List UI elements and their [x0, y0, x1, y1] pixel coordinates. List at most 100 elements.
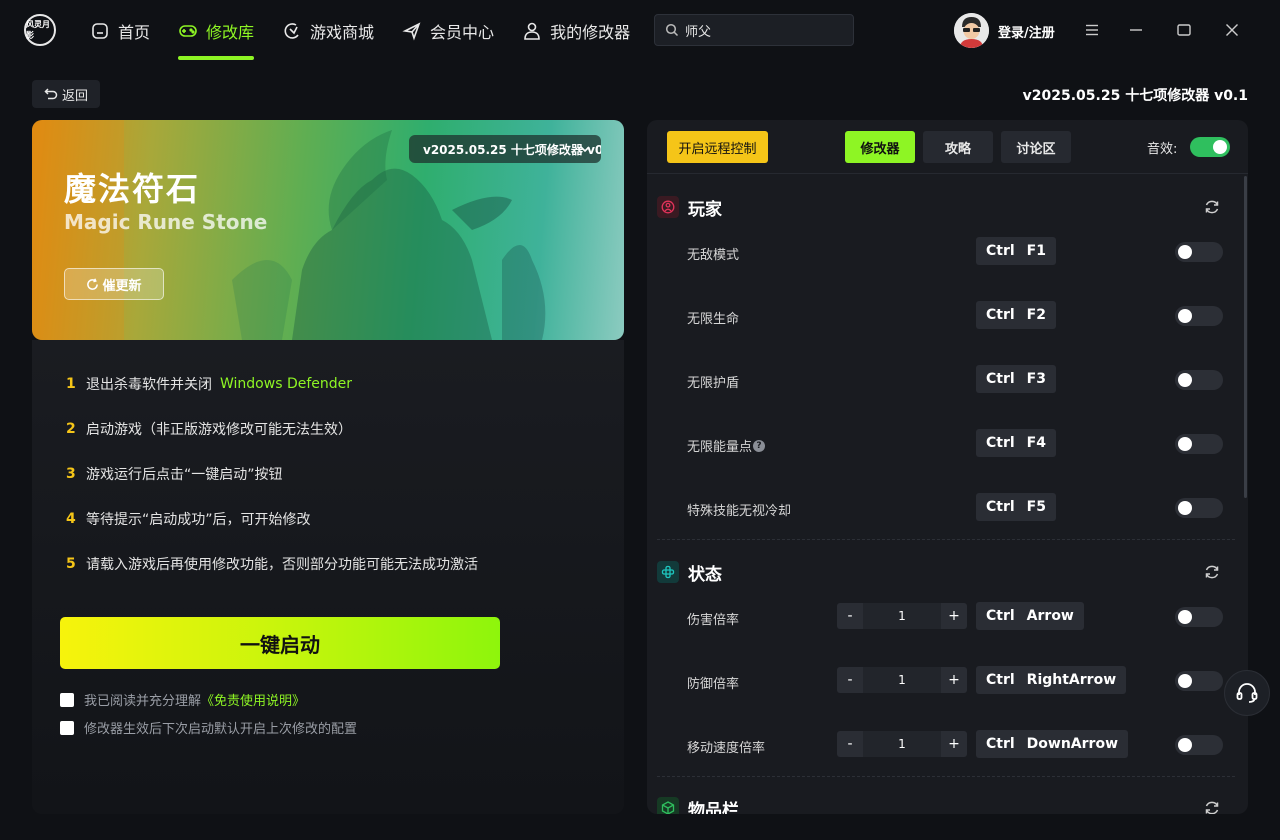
- option-toggle[interactable]: [1175, 735, 1223, 755]
- increment-button[interactable]: +: [941, 667, 967, 693]
- stepper-value[interactable]: 1: [863, 731, 941, 757]
- home-icon: [92, 23, 108, 39]
- top-bar: 风灵月影 首页 修改库 游戏商城 会员中心 我的修改器 师父 登录/注册: [0, 0, 1280, 62]
- decrement-button[interactable]: -: [837, 731, 863, 757]
- hotkey-modifier: Ctrl: [986, 608, 1015, 624]
- nav-home[interactable]: 首页: [76, 0, 164, 62]
- nav-mymods[interactable]: 我的修改器: [508, 0, 644, 62]
- request-update-button[interactable]: 催更新: [64, 268, 164, 300]
- increment-button[interactable]: +: [941, 603, 967, 629]
- section-title: 物品栏: [688, 800, 739, 815]
- decrement-button[interactable]: -: [837, 667, 863, 693]
- scrollbar-thumb[interactable]: [1244, 176, 1247, 498]
- back-button[interactable]: 返回: [32, 80, 100, 108]
- request-update-label: 催更新: [102, 278, 142, 294]
- headset-icon: [1236, 683, 1258, 703]
- search-icon: [665, 23, 679, 37]
- reset-icon[interactable]: [1203, 563, 1221, 581]
- main-nav: 首页 修改库 游戏商城 会员中心 我的修改器: [76, 0, 644, 62]
- decrement-button[interactable]: -: [837, 603, 863, 629]
- hotkey-badge[interactable]: Ctrl F4: [976, 429, 1056, 457]
- sound-toggle[interactable]: [1190, 137, 1230, 157]
- hotkey-badge[interactable]: Ctrl RightArrow: [976, 666, 1127, 694]
- reset-icon[interactable]: [1203, 799, 1221, 814]
- section-inventory-header: 物品栏: [657, 796, 1219, 815]
- hotkey-modifier: Ctrl: [986, 672, 1015, 688]
- value-stepper: - 1 +: [837, 603, 967, 629]
- one-click-launch-button[interactable]: 一键启动: [60, 617, 500, 669]
- tab-trainer[interactable]: 修改器: [845, 131, 915, 163]
- player-icon: [661, 200, 675, 214]
- remote-control-button[interactable]: 开启远程控制: [667, 131, 768, 163]
- stepper-value[interactable]: 1: [863, 667, 941, 693]
- help-icon[interactable]: ?: [753, 439, 766, 452]
- step-2: 2 启动游戏（非正版游戏修改可能无法生效）: [66, 419, 352, 439]
- menu-button[interactable]: [1080, 18, 1104, 42]
- hotkey-modifier: Ctrl: [986, 499, 1015, 515]
- avatar[interactable]: [954, 13, 989, 48]
- value-stepper: - 1 +: [837, 731, 967, 757]
- version-title: v2025.05.25 十七项修改器 v0.1: [1022, 88, 1248, 104]
- close-button[interactable]: [1220, 18, 1244, 42]
- step-number: 3: [66, 466, 76, 482]
- tab-discussion[interactable]: 讨论区: [1001, 131, 1071, 163]
- option-toggle[interactable]: [1175, 370, 1223, 390]
- nav-modlib-label: 修改库: [206, 23, 255, 42]
- disclaimer-row: 我已阅读并充分理解 《免责使用说明》: [60, 690, 305, 709]
- hotkey-badge[interactable]: Ctrl F5: [976, 493, 1056, 521]
- step-text: 退出杀毒软件并关闭: [86, 377, 212, 393]
- section-status-header: 状态: [657, 560, 1219, 585]
- maximize-button[interactable]: [1172, 18, 1196, 42]
- hotkey-key: Arrow: [1026, 608, 1074, 624]
- gamepad-icon: [179, 25, 197, 37]
- option-toggle[interactable]: [1175, 306, 1223, 326]
- search-input[interactable]: [685, 22, 845, 38]
- version-dropdown[interactable]: v2025.05.25 十七项修改器 v0.1: [409, 135, 601, 163]
- step-number: 4: [66, 511, 76, 527]
- option-toggle[interactable]: [1175, 242, 1223, 262]
- hotkey-modifier: Ctrl: [986, 371, 1015, 387]
- hotkey-badge[interactable]: Ctrl F3: [976, 365, 1056, 393]
- app-logo[interactable]: 风灵月影: [24, 14, 56, 46]
- nav-vip[interactable]: 会员中心: [388, 0, 508, 62]
- hotkey-key: F1: [1026, 243, 1046, 259]
- section-title: 状态: [688, 564, 722, 585]
- hotkey-badge[interactable]: Ctrl F1: [976, 237, 1056, 265]
- hotkey-key: RightArrow: [1026, 672, 1117, 688]
- reset-icon[interactable]: [1203, 198, 1221, 216]
- close-icon: [1226, 24, 1238, 36]
- option-toggle[interactable]: [1175, 498, 1223, 518]
- nav-store[interactable]: 游戏商城: [268, 0, 388, 62]
- section-title: 玩家: [688, 199, 722, 220]
- disclaimer-checkbox[interactable]: [60, 692, 74, 707]
- option-label: 伤害倍率: [687, 613, 740, 628]
- vip-icon: [402, 22, 421, 41]
- hotkey-key: F5: [1026, 499, 1046, 515]
- back-label: 返回: [61, 88, 88, 104]
- player-section-icon: [657, 196, 679, 218]
- remember-config-checkbox[interactable]: [60, 720, 74, 735]
- disclaimer-link[interactable]: 《免责使用说明》: [201, 690, 305, 709]
- hotkey-key: F3: [1026, 371, 1046, 387]
- tab-guide[interactable]: 攻略: [923, 131, 993, 163]
- minimize-button[interactable]: [1124, 18, 1148, 42]
- search-box[interactable]: [654, 14, 854, 46]
- option-toggle[interactable]: [1175, 671, 1223, 691]
- hotkey-badge[interactable]: Ctrl Arrow: [976, 602, 1084, 630]
- hotkey-badge[interactable]: Ctrl F2: [976, 301, 1056, 329]
- maximize-icon: [1177, 24, 1191, 36]
- stepper-value[interactable]: 1: [863, 603, 941, 629]
- back-arrow-icon: [44, 88, 58, 100]
- increment-button[interactable]: +: [941, 731, 967, 757]
- login-register-link[interactable]: 登录/注册: [998, 22, 1055, 41]
- hotkey-badge[interactable]: Ctrl DownArrow: [976, 730, 1129, 758]
- option-toggle[interactable]: [1175, 434, 1223, 454]
- option-toggle[interactable]: [1175, 607, 1223, 627]
- trainer-toolbar: 开启远程控制 修改器 攻略 讨论区 音效:: [647, 120, 1248, 174]
- step-text: 请载入游戏后再使用修改功能，否则部分功能可能无法成功激活: [86, 557, 478, 573]
- hotkey-modifier: Ctrl: [986, 307, 1015, 323]
- nav-modlib[interactable]: 修改库: [164, 0, 268, 62]
- game-subtitle: Magic Rune Stone: [64, 210, 268, 234]
- value-stepper: - 1 +: [837, 667, 967, 693]
- customer-support-button[interactable]: [1224, 670, 1270, 716]
